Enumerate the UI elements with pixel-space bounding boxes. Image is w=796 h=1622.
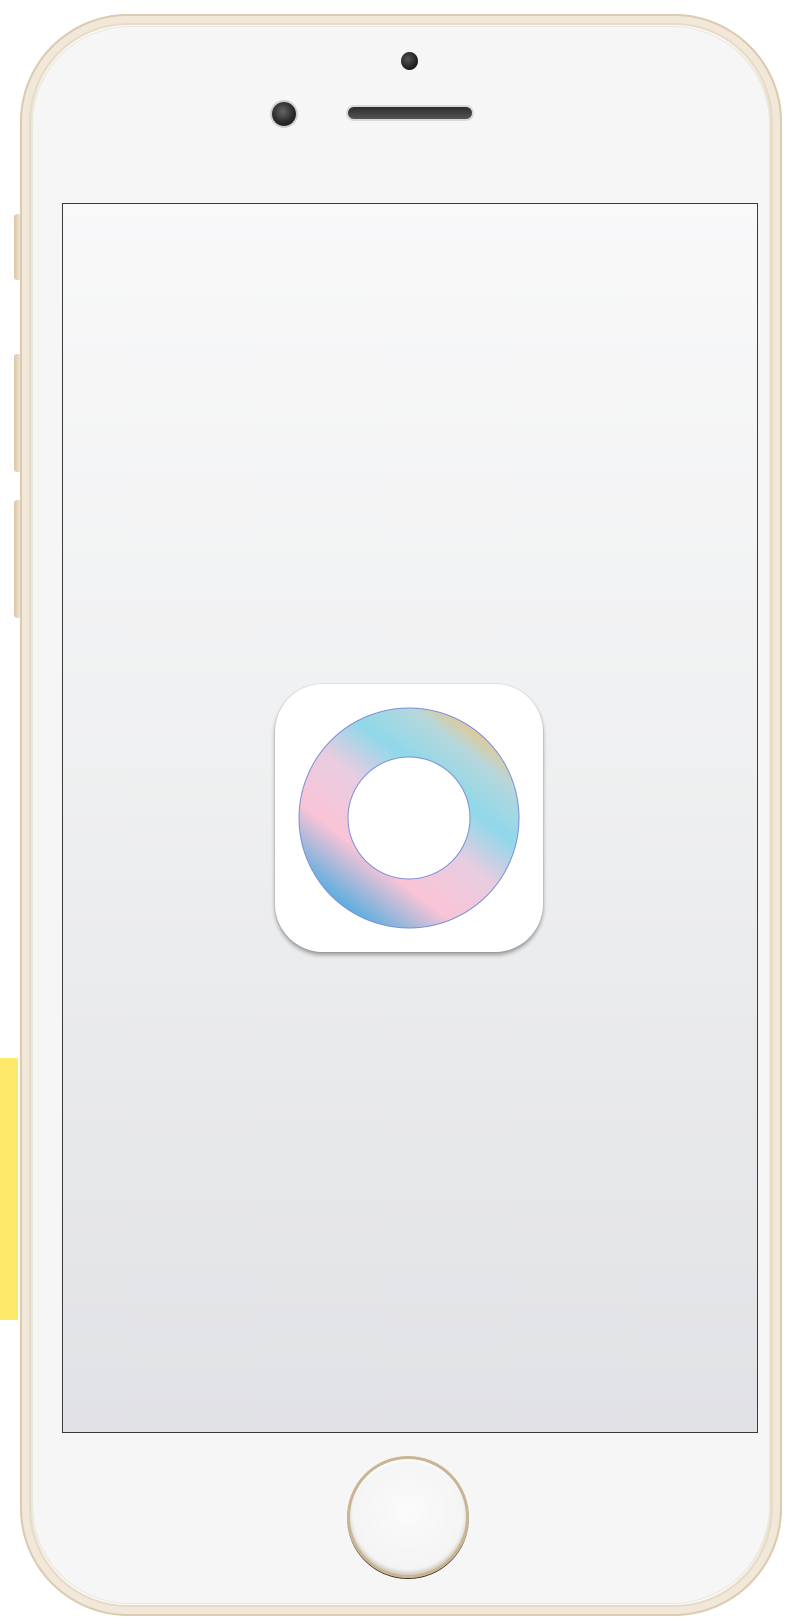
app-icon[interactable] [275, 684, 543, 952]
proximity-sensor-icon [272, 102, 296, 126]
home-button[interactable] [347, 1456, 469, 1578]
earpiece-speaker [348, 107, 472, 119]
device-mockup [0, 0, 796, 1622]
yellow-accent-strip [0, 1058, 18, 1320]
gradient-ring-icon [298, 707, 520, 929]
front-camera-icon [401, 52, 418, 70]
